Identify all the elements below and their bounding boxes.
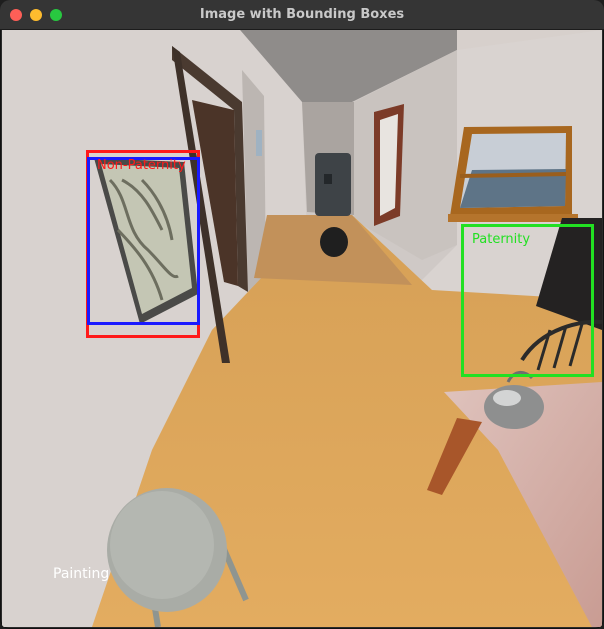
scene-image: Non-Paternity Paternity Painting xyxy=(2,30,602,627)
window-title: Image with Bounding Boxes xyxy=(199,7,405,22)
bbox-painting xyxy=(87,157,200,325)
title-bar: Image with Bounding Boxes xyxy=(0,0,604,30)
bbox-label-non-paternity: Non-Paternity xyxy=(97,158,186,173)
bbox-label-paternity: Paternity xyxy=(472,232,531,247)
app-window: Image with Bounding Boxes Non-Paternity … xyxy=(0,0,604,629)
caption-label: Painting xyxy=(53,566,110,582)
